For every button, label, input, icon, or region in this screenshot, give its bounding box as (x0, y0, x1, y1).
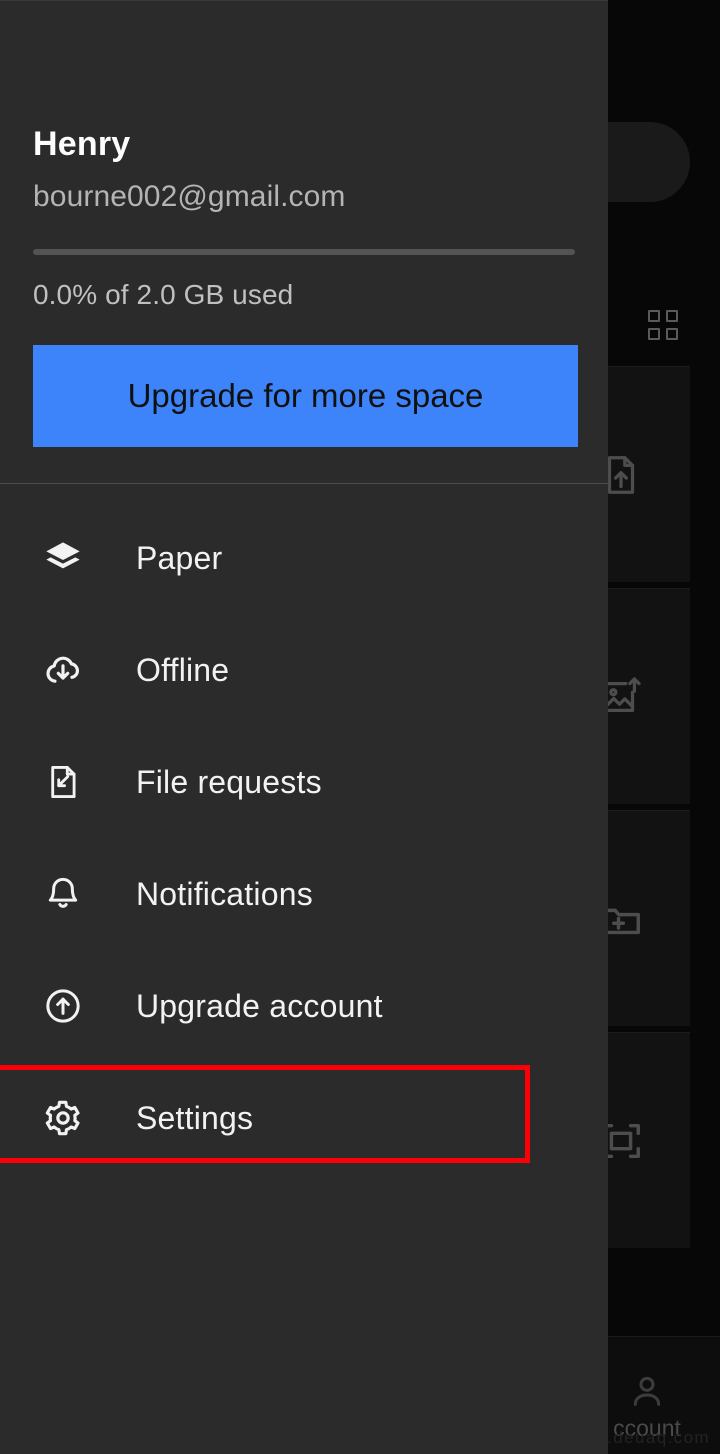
menu-item-label: Paper (136, 539, 223, 576)
menu-item-upgrade-account[interactable]: Upgrade account (0, 950, 608, 1062)
arrow-up-circle-icon (40, 983, 86, 1029)
storage-progress-bar (33, 249, 575, 256)
navigation-drawer: Henry bourne002@gmail.com 0.0% of 2.0 GB… (0, 0, 608, 1454)
menu-item-notifications[interactable]: Notifications (0, 838, 608, 950)
gear-icon (40, 1095, 86, 1141)
menu-item-label: Offline (136, 651, 230, 688)
cloud-download-icon (40, 647, 86, 693)
storage-usage-text: 0.0% of 2.0 GB used (33, 279, 294, 311)
bell-icon (40, 871, 86, 917)
account-header: Henry bourne002@gmail.com 0.0% of 2.0 GB… (0, 1, 608, 448)
menu-item-file-requests[interactable]: File requests (0, 726, 608, 838)
menu-item-label: File requests (136, 763, 322, 800)
menu-item-label: Upgrade account (136, 987, 383, 1024)
file-request-icon (40, 759, 86, 805)
menu-item-label: Settings (136, 1099, 254, 1136)
account-email: bourne002@gmail.com (33, 180, 346, 214)
account-name: Henry (33, 125, 131, 163)
grid-icon[interactable] (648, 310, 680, 342)
layers-icon (40, 535, 86, 581)
menu-item-paper[interactable]: Paper (0, 502, 608, 614)
menu-item-settings[interactable]: Settings (0, 1062, 608, 1174)
upgrade-for-more-space-button[interactable]: Upgrade for more space (33, 345, 578, 448)
drawer-menu: Paper Offline File requests Notification… (0, 484, 608, 1174)
screen: ccount www.deuaq.com Henry bourne002@gma… (0, 0, 720, 1454)
person-icon (627, 1371, 667, 1411)
menu-item-offline[interactable]: Offline (0, 614, 608, 726)
menu-item-label: Notifications (136, 875, 313, 912)
